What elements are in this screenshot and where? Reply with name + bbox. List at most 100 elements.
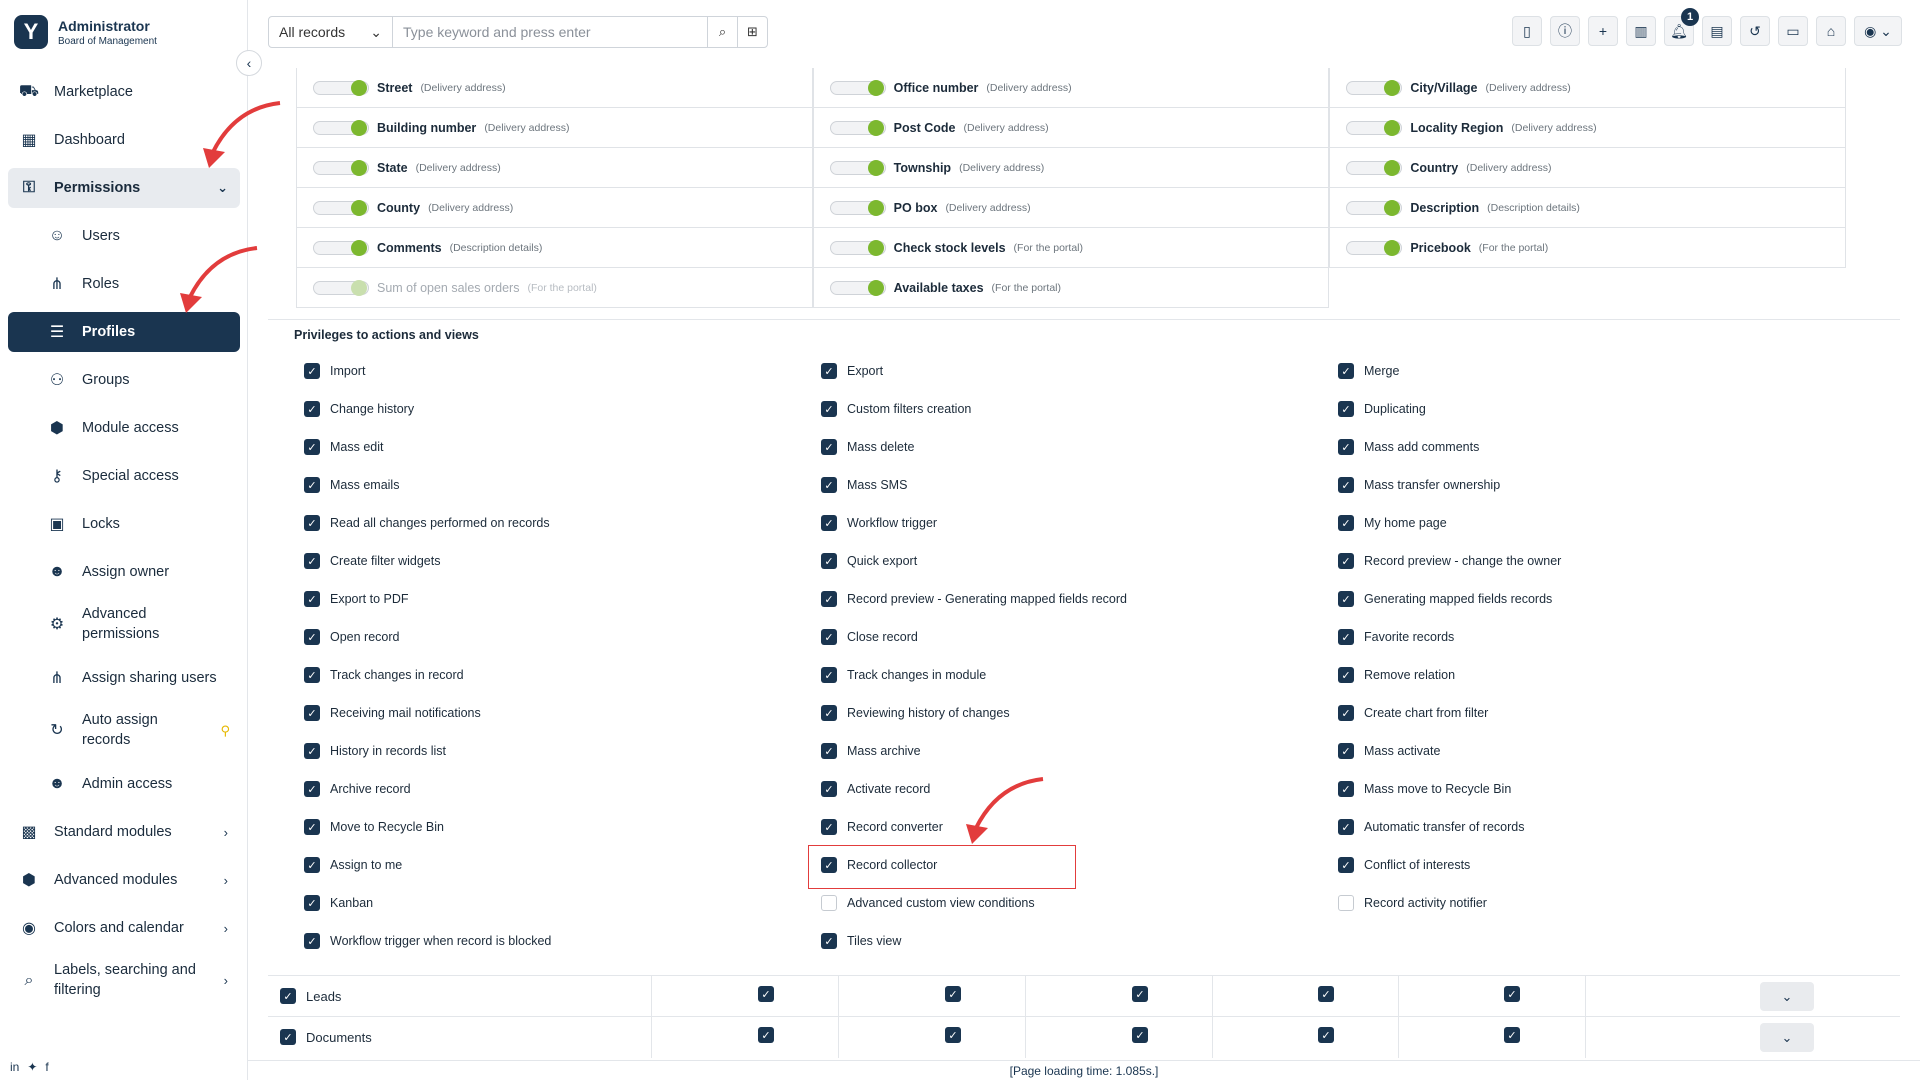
module-action-checkbox[interactable]: ✓: [1132, 986, 1148, 1002]
field-visibility-toggle[interactable]: [1346, 159, 1403, 176]
home-button[interactable]: ⌂: [1816, 16, 1846, 46]
field-visibility-toggle[interactable]: [829, 159, 886, 176]
privilege-record-activity-notifier[interactable]: ✓ Record activity notifier: [1338, 884, 1855, 922]
history-button[interactable]: ↺: [1740, 16, 1770, 46]
privilege-checkbox[interactable]: ✓: [821, 363, 837, 379]
search-scope-select[interactable]: All records ⌄: [269, 17, 393, 47]
sidebar-item-colors-calendar[interactable]: ◉ Colors and calendar ›: [8, 908, 240, 948]
privilege-checkbox[interactable]: ✓: [821, 781, 837, 797]
privilege-checkbox[interactable]: ✓: [304, 363, 320, 379]
field-visibility-toggle[interactable]: [829, 199, 886, 216]
privilege-mass-move-to-recycle-bin[interactable]: ✓ Mass move to Recycle Bin: [1338, 770, 1855, 808]
privilege-mass-add-comments[interactable]: ✓ Mass add comments: [1338, 428, 1855, 466]
privilege-checkbox[interactable]: ✓: [304, 857, 320, 873]
module-action-checkbox[interactable]: ✓: [758, 1027, 774, 1043]
privilege-checkbox[interactable]: ✓: [821, 667, 837, 683]
privilege-record-preview-generating-mapped-fields-record[interactable]: ✓ Record preview - Generating mapped fiel…: [821, 580, 1338, 618]
search-input[interactable]: [393, 17, 707, 47]
library-button[interactable]: ▥: [1626, 16, 1656, 46]
module-action-checkbox[interactable]: ✓: [1318, 986, 1334, 1002]
quick-create-button[interactable]: +: [1588, 16, 1618, 46]
privilege-import[interactable]: ✓ Import: [304, 352, 821, 390]
privilege-advanced-custom-view-conditions[interactable]: ✓ Advanced custom view conditions: [821, 884, 1338, 922]
sidebar-item-marketplace[interactable]: ⛟ Marketplace: [8, 72, 240, 112]
privilege-checkbox[interactable]: ✓: [1338, 781, 1354, 797]
privilege-create-chart-from-filter[interactable]: ✓ Create chart from filter: [1338, 694, 1855, 732]
sidebar-item-labels-searching[interactable]: ⌕ Labels, searching and filtering ›: [8, 956, 240, 1006]
field-visibility-toggle[interactable]: [313, 159, 369, 176]
privilege-favorite-records[interactable]: ✓ Favorite records: [1338, 618, 1855, 656]
privilege-checkbox[interactable]: ✓: [1338, 553, 1354, 569]
privilege-checkbox[interactable]: ✓: [821, 705, 837, 721]
privilege-change-history[interactable]: ✓ Change history: [304, 390, 821, 428]
privilege-checkbox[interactable]: ✓: [1338, 895, 1354, 911]
collapse-sidebar-button[interactable]: ‹: [236, 50, 262, 76]
privilege-tiles-view[interactable]: ✓ Tiles view: [821, 922, 1338, 960]
privilege-remove-relation[interactable]: ✓ Remove relation: [1338, 656, 1855, 694]
privilege-move-to-recycle-bin[interactable]: ✓ Move to Recycle Bin: [304, 808, 821, 846]
privilege-checkbox[interactable]: ✓: [1338, 819, 1354, 835]
field-visibility-toggle[interactable]: [313, 199, 369, 216]
sidebar-item-module-access[interactable]: ⬢ Module access: [8, 408, 240, 448]
knowledge-base-button[interactable]: ▯: [1512, 16, 1542, 46]
privilege-quick-export[interactable]: ✓ Quick export: [821, 542, 1338, 580]
privilege-merge[interactable]: ✓ Merge: [1338, 352, 1855, 390]
privilege-checkbox[interactable]: ✓: [304, 895, 320, 911]
linkedin-icon[interactable]: in: [10, 1060, 19, 1074]
privilege-reviewing-history-of-changes[interactable]: ✓ Reviewing history of changes: [821, 694, 1338, 732]
privilege-my-home-page[interactable]: ✓ My home page: [1338, 504, 1855, 542]
privilege-checkbox[interactable]: ✓: [1338, 743, 1354, 759]
privilege-mass-sms[interactable]: ✓ Mass SMS: [821, 466, 1338, 504]
privilege-automatic-transfer-of-records[interactable]: ✓ Automatic transfer of records: [1338, 808, 1855, 846]
search-button[interactable]: ⌕: [707, 17, 737, 47]
field-visibility-toggle[interactable]: [313, 239, 369, 256]
privilege-checkbox[interactable]: ✓: [821, 439, 837, 455]
sidebar-item-admin-access[interactable]: ☻ Admin access: [8, 764, 240, 804]
privilege-open-record[interactable]: ✓ Open record: [304, 618, 821, 656]
privilege-checkbox[interactable]: ✓: [821, 401, 837, 417]
privilege-checkbox[interactable]: ✓: [1338, 705, 1354, 721]
privilege-activate-record[interactable]: ✓ Activate record: [821, 770, 1338, 808]
privilege-workflow-trigger-when-record-is-blocked[interactable]: ✓ Workflow trigger when record is blocked: [304, 922, 821, 960]
sidebar-item-dashboard[interactable]: ▦ Dashboard: [8, 120, 240, 160]
sidebar-item-locks[interactable]: ▣ Locks: [8, 504, 240, 544]
privilege-checkbox[interactable]: ✓: [1338, 667, 1354, 683]
module-action-checkbox[interactable]: ✓: [1504, 986, 1520, 1002]
privilege-duplicating[interactable]: ✓ Duplicating: [1338, 390, 1855, 428]
sidebar-item-special-access[interactable]: ⚷ Special access: [8, 456, 240, 496]
privilege-checkbox[interactable]: ✓: [304, 629, 320, 645]
sidebar-item-profiles[interactable]: ☰ Profiles: [8, 312, 240, 352]
privilege-checkbox[interactable]: ✓: [304, 477, 320, 493]
field-visibility-toggle[interactable]: [829, 239, 886, 256]
sidebar-item-assign-owner[interactable]: ☻ Assign owner: [8, 552, 240, 592]
facebook-icon[interactable]: f: [45, 1060, 48, 1074]
privilege-checkbox[interactable]: ✓: [1338, 591, 1354, 607]
info-button[interactable]: ⓘ: [1550, 16, 1580, 46]
privilege-checkbox[interactable]: ✓: [304, 401, 320, 417]
privilege-record-preview-change-the-owner[interactable]: ✓ Record preview - change the owner: [1338, 542, 1855, 580]
privilege-track-changes-in-record[interactable]: ✓ Track changes in record: [304, 656, 821, 694]
user-menu-button[interactable]: ◉ ⌄: [1854, 16, 1902, 46]
privilege-checkbox[interactable]: ✓: [304, 743, 320, 759]
sidebar-item-auto-assign-records[interactable]: ↻ Auto assign records ⚲: [8, 706, 240, 756]
privilege-checkbox[interactable]: ✓: [1338, 439, 1354, 455]
privilege-checkbox[interactable]: ✓: [304, 553, 320, 569]
privilege-checkbox[interactable]: ✓: [304, 933, 320, 949]
sidebar-item-groups[interactable]: ⚇ Groups: [8, 360, 240, 400]
sidebar-item-advanced-modules[interactable]: ⬢ Advanced modules ›: [8, 860, 240, 900]
privilege-export[interactable]: ✓ Export: [821, 352, 1338, 390]
privilege-checkbox[interactable]: ✓: [821, 933, 837, 949]
privilege-mass-activate[interactable]: ✓ Mass activate: [1338, 732, 1855, 770]
privilege-checkbox[interactable]: ✓: [1338, 515, 1354, 531]
module-enable-checkbox[interactable]: ✓: [280, 988, 296, 1004]
privilege-mass-edit[interactable]: ✓ Mass edit: [304, 428, 821, 466]
sidebar-item-assign-sharing-users[interactable]: ⋔ Assign sharing users: [8, 658, 240, 698]
module-action-checkbox[interactable]: ✓: [1132, 1027, 1148, 1043]
sidebar-item-permissions[interactable]: ⚿ Permissions ⌄: [8, 168, 240, 208]
notifications-button[interactable]: 🔔︎ 1: [1664, 8, 1699, 46]
expand-module-button[interactable]: ⌄: [1760, 1023, 1814, 1052]
sidebar-item-advanced-permissions[interactable]: ⚙ Advanced permissions: [8, 600, 240, 650]
privilege-checkbox[interactable]: ✓: [821, 553, 837, 569]
privilege-checkbox[interactable]: ✓: [1338, 363, 1354, 379]
privilege-workflow-trigger[interactable]: ✓ Workflow trigger: [821, 504, 1338, 542]
